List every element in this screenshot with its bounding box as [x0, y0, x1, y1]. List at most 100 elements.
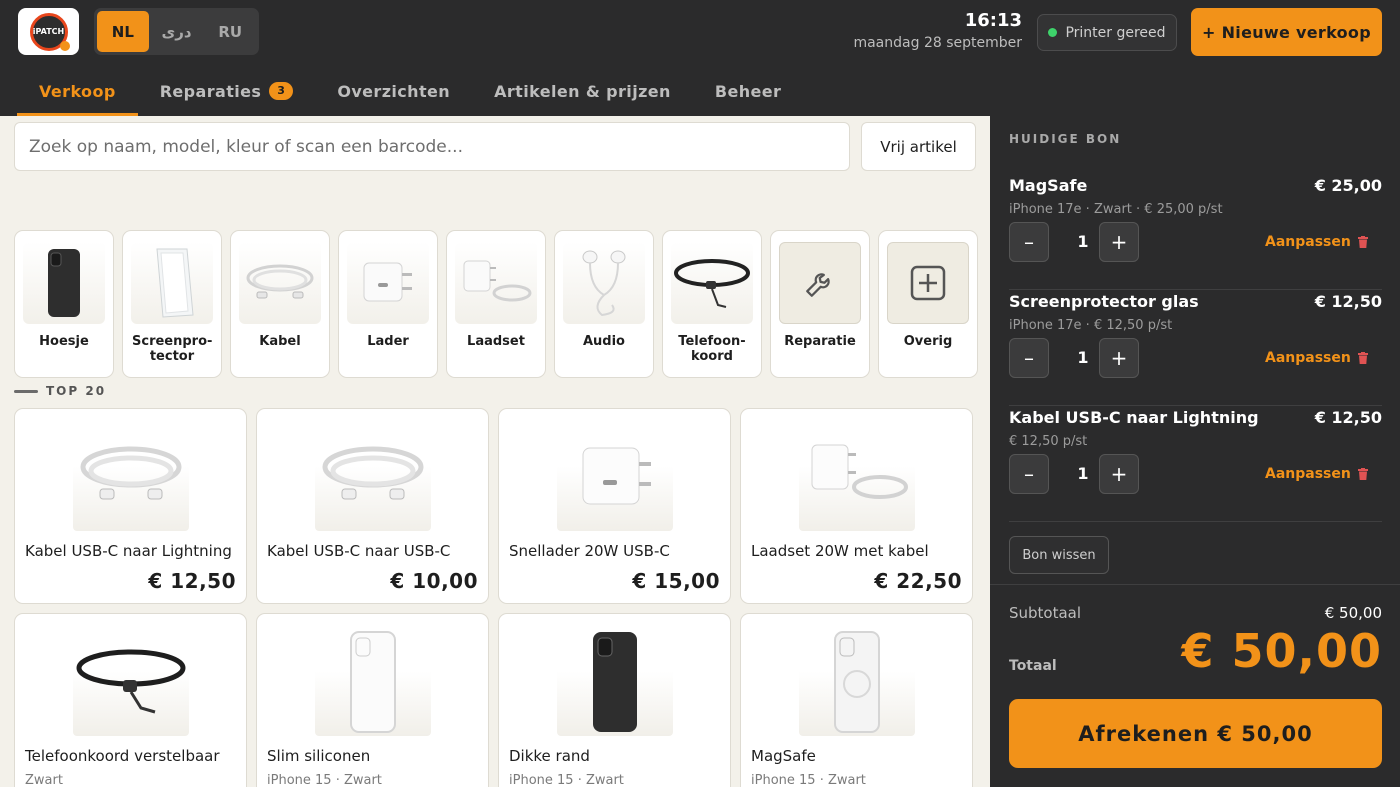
app-logo: iPATCH [18, 8, 79, 55]
product-price: € 10,00 [390, 569, 478, 593]
line-name: Kabel USB-C naar Lightning [1009, 408, 1259, 427]
charger-set-icon [811, 444, 908, 499]
clock-time: 16:13 [964, 10, 1022, 31]
tab-overzichten[interactable]: Overzichten [315, 66, 472, 116]
line-sub: € 12,50 p/st [1009, 434, 1088, 449]
product-sub: iPhone 15 · Zwart [751, 773, 866, 787]
magsafe-case-icon [834, 631, 880, 733]
qty-decrease-button[interactable]: – [1009, 338, 1049, 378]
lanyard-icon [674, 259, 750, 308]
clock: 16:13 maandag 28 september [853, 10, 1022, 51]
qty-decrease-button[interactable]: – [1009, 222, 1049, 262]
adjust-link[interactable]: Aanpassen [1265, 466, 1351, 482]
qty-value: 1 [1077, 232, 1089, 251]
category-audio[interactable]: Audio [554, 230, 654, 378]
product-card[interactable]: Kabel USB-C naar Lightning € 12,50 [14, 408, 247, 604]
top-bar: iPATCH NL دری RU 16:13 maandag 28 septem… [0, 0, 1400, 116]
free-item-button[interactable]: Vrij artikel [861, 122, 976, 171]
trash-icon[interactable] [1358, 352, 1368, 364]
product-card[interactable]: Snellader 20W USB-C € 15,00 [498, 408, 731, 604]
product-sub: iPhone 15 · Zwart [509, 773, 624, 787]
line-name: MagSafe [1009, 176, 1088, 195]
qty-increase-button[interactable]: + [1099, 338, 1139, 378]
product-card[interactable]: Laadset 20W met kabel € 22,50 [740, 408, 973, 604]
receipt-line: Kabel USB-C naar Lightning € 12,50 € 12,… [1009, 406, 1382, 522]
cable-icon [322, 446, 424, 500]
charger-set-icon [463, 260, 532, 302]
tab-artikelen-prijzen[interactable]: Artikelen & prijzen [472, 66, 693, 116]
new-sale-button[interactable]: + Nieuwe verkoop [1191, 8, 1382, 56]
product-card[interactable]: MagSafe iPhone 15 · Zwart [740, 613, 973, 787]
product-name: Snellader 20W USB-C [509, 542, 670, 560]
product-sub: Zwart [25, 773, 63, 787]
product-price: € 22,50 [874, 569, 962, 593]
line-price: € 12,50 [1314, 292, 1382, 311]
charger-icon [363, 262, 412, 302]
clock-date: maandag 28 september [853, 35, 1022, 51]
search-input[interactable] [14, 122, 850, 171]
printer-status[interactable]: Printer gereed [1037, 14, 1177, 51]
language-switcher: NL دری RU [94, 8, 259, 55]
charger-icon [582, 447, 651, 505]
product-sub: iPhone 15 · Zwart [267, 773, 382, 787]
tab-reparaties[interactable]: Reparaties 3 [138, 66, 316, 116]
category-reparatie[interactable]: Reparatie [770, 230, 870, 378]
category-screenprotector[interactable]: Screenpro-tector [122, 230, 222, 378]
trash-icon[interactable] [1358, 468, 1368, 480]
product-name: Dikke rand [509, 747, 590, 765]
category-bar: Hoesje Screenpro-tector Kabel Lader Laad… [14, 230, 978, 378]
receipt-title: HUIDIGE BON [1009, 132, 1122, 146]
qty-increase-button[interactable]: + [1099, 454, 1139, 494]
printer-status-label: Printer gereed [1065, 24, 1166, 41]
line-sub: iPhone 17e · Zwart · € 25,00 p/st [1009, 202, 1223, 217]
wrench-icon [806, 273, 830, 297]
category-laadset[interactable]: Laadset [446, 230, 546, 378]
line-sub: iPhone 17e · € 12,50 p/st [1009, 318, 1173, 333]
cable-icon [80, 446, 182, 500]
adjust-link[interactable]: Aanpassen [1265, 234, 1351, 250]
lang-dari-button[interactable]: دری [151, 11, 203, 52]
trash-icon[interactable] [1358, 236, 1368, 248]
total-value: € 50,00 [1181, 624, 1382, 678]
line-name: Screenprotector glas [1009, 292, 1199, 311]
subtotal-value: € 50,00 [1324, 604, 1382, 622]
category-telefoonkoord[interactable]: Telefoon-koord [662, 230, 762, 378]
product-card[interactable]: Dikke rand iPhone 15 · Zwart [498, 613, 731, 787]
line-price: € 12,50 [1314, 408, 1382, 427]
subtotal-label: Subtotaal [1009, 604, 1082, 622]
product-name: Slim siliconen [267, 747, 371, 765]
product-name: Kabel USB-C naar USB-C [267, 542, 451, 560]
lanyard-icon [76, 649, 186, 714]
qty-increase-button[interactable]: + [1099, 222, 1139, 262]
lang-ru-button[interactable]: RU [204, 11, 256, 52]
earbuds-icon [582, 250, 626, 317]
product-price: € 15,00 [632, 569, 720, 593]
qty-value: 1 [1077, 464, 1089, 483]
category-kabel[interactable]: Kabel [230, 230, 330, 378]
category-overig[interactable]: Overig [878, 230, 978, 378]
product-card[interactable]: Slim siliconen iPhone 15 · Zwart [256, 613, 489, 787]
logo-icon: iPATCH [29, 12, 70, 51]
category-hoesje[interactable]: Hoesje [14, 230, 114, 378]
product-card[interactable]: Telefoonkoord verstelbaar Zwart [14, 613, 247, 787]
clear-receipt-button[interactable]: Bon wissen [1009, 536, 1109, 574]
status-dot-icon [1048, 28, 1058, 37]
phone-case-icon [593, 632, 637, 732]
main-tabs: Verkoop Reparaties 3 Overzichten Artikele… [17, 66, 803, 116]
checkout-button[interactable]: Afrekenen € 50,00 [1009, 699, 1382, 768]
lang-nl-button[interactable]: NL [97, 11, 149, 52]
product-card[interactable]: Kabel USB-C naar USB-C € 10,00 [256, 408, 489, 604]
line-price: € 25,00 [1314, 176, 1382, 195]
qty-decrease-button[interactable]: – [1009, 454, 1049, 494]
product-name: Laadset 20W met kabel [751, 542, 929, 560]
product-name: Kabel USB-C naar Lightning [25, 542, 232, 560]
category-lader[interactable]: Lader [338, 230, 438, 378]
tab-beheer[interactable]: Beheer [693, 66, 803, 116]
adjust-link[interactable]: Aanpassen [1265, 350, 1351, 366]
screen-protector-icon [156, 248, 194, 318]
divider [990, 584, 1400, 585]
clear-case-icon [350, 631, 396, 733]
qty-value: 1 [1077, 348, 1089, 367]
sales-panel: Vrij artikel Hoesje Screenpro-tector Kab… [0, 116, 990, 787]
tab-verkoop[interactable]: Verkoop [17, 66, 138, 116]
